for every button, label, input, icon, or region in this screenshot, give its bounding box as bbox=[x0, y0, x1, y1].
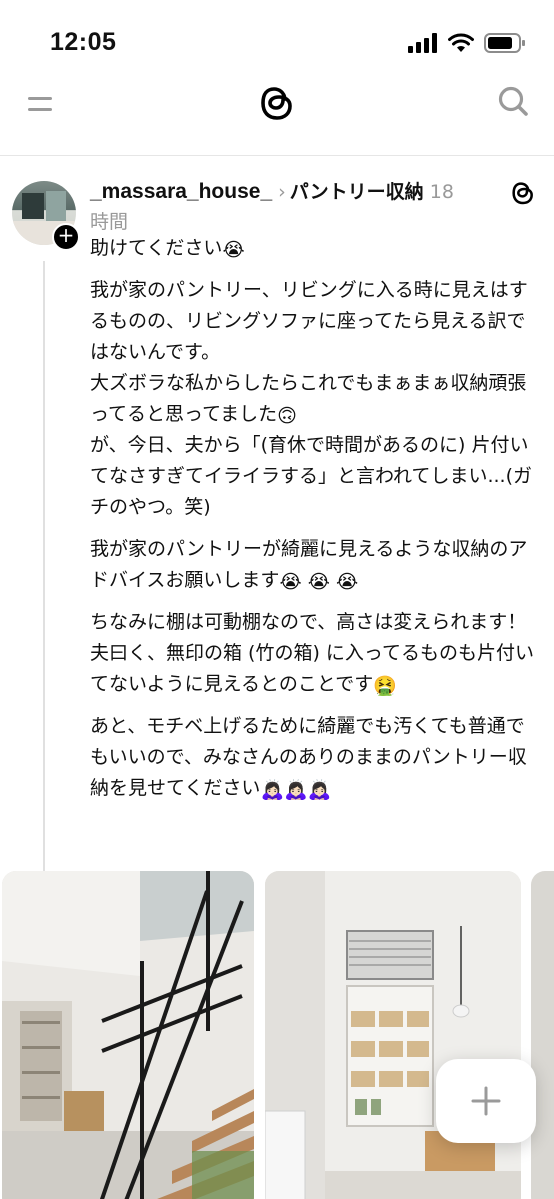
crying-emoji: 😭 bbox=[279, 571, 302, 593]
topic-tag[interactable]: パントリー収納 bbox=[290, 181, 424, 203]
chevron-right-icon: › bbox=[278, 181, 286, 203]
threads-more-icon[interactable] bbox=[510, 179, 536, 207]
post-header: _massara_house_ › パントリー収納 18 時間 bbox=[90, 177, 500, 237]
menu-icon[interactable] bbox=[26, 92, 54, 116]
compose-button[interactable] bbox=[436, 1059, 536, 1143]
bowing-emoji: 🙇🏻‍♀️ bbox=[284, 779, 308, 801]
pantry-photo[interactable] bbox=[265, 871, 521, 1199]
image-gallery[interactable] bbox=[0, 871, 554, 1199]
app-header bbox=[0, 78, 554, 156]
status-icons bbox=[408, 32, 526, 54]
partial-photo[interactable] bbox=[531, 871, 554, 1199]
wifi-icon bbox=[448, 33, 474, 52]
plus-icon bbox=[471, 1086, 501, 1116]
battery-icon bbox=[484, 33, 525, 53]
bowing-emoji: 🙇🏻‍♀️ bbox=[307, 779, 332, 801]
username[interactable]: _massara_house_ bbox=[90, 180, 272, 203]
bowing-emoji: 🙇🏻‍♀️ bbox=[260, 779, 285, 801]
threads-logo-icon[interactable] bbox=[258, 82, 296, 124]
signal-icon bbox=[408, 33, 437, 53]
search-icon[interactable] bbox=[496, 84, 530, 118]
paragraph: ちなみに棚は可動棚なので、高さは変えられます！ 夫曰く、無印の箱 (竹の箱) に… bbox=[90, 611, 534, 697]
upside-down-emoji: 🙃 bbox=[277, 405, 297, 427]
paragraph: 我が家のパントリーが綺麗に見えるような収納のアドバイスお願いします😭 😭 😭 bbox=[90, 538, 528, 593]
post-body: 助けてください😭 我が家のパントリー、リビングに入る時に見えはするものの、リビン… bbox=[90, 233, 536, 815]
paragraph: あと、モチベ上げるために綺麗でも汚くても普通でもいいので、みなさんのありのままの… bbox=[90, 715, 527, 801]
crying-emoji: 😭 bbox=[335, 571, 359, 593]
status-time: 12:05 bbox=[50, 28, 117, 56]
status-bar: 12:05 bbox=[0, 0, 554, 78]
staircase-photo[interactable] bbox=[2, 871, 254, 1199]
paragraph: 助けてください😭 bbox=[90, 237, 245, 261]
post: + _massara_house_ › パントリー収納 18 時間 助けてください😭 … bbox=[0, 157, 554, 1199]
crying-emoji: 😭 bbox=[307, 571, 330, 593]
thread-line bbox=[43, 261, 45, 873]
paragraph: 我が家のパントリー、リビングに入る時に見えはするものの、リビングソファに座ってた… bbox=[90, 279, 533, 518]
crying-emoji: 😭 bbox=[222, 239, 245, 261]
follow-plus-icon[interactable]: + bbox=[52, 223, 80, 251]
vomiting-emoji: 🤮 bbox=[373, 675, 397, 697]
